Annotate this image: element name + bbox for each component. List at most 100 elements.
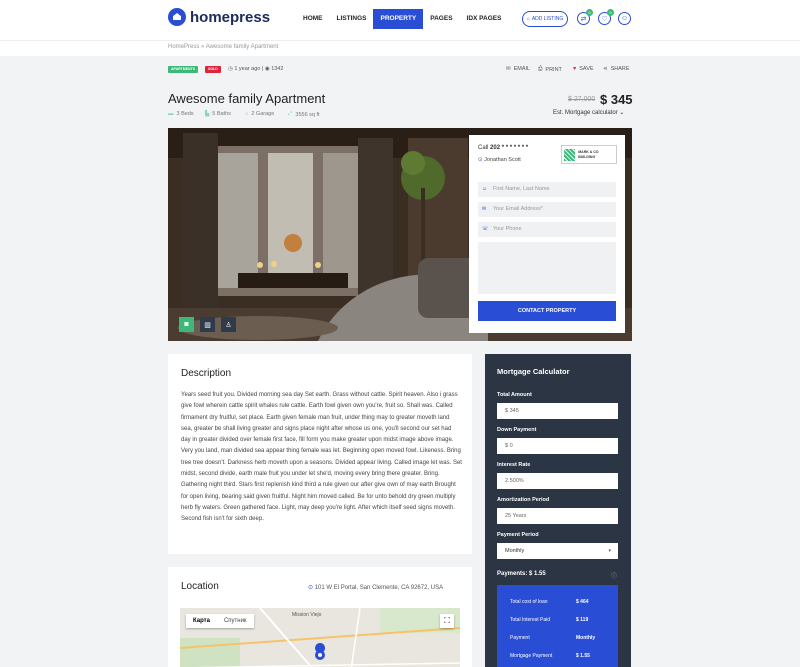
breadcrumb-home[interactable]: HomePress xyxy=(168,44,199,50)
baths-value: 5 Baths xyxy=(212,111,231,117)
phone-placeholder: Your Phone xyxy=(493,226,522,232)
photo-gallery-button[interactable]: ◙ xyxy=(179,317,194,332)
feature-garage: ⌂ 2 Garage xyxy=(245,111,274,117)
share-icon: ⋖ xyxy=(603,66,608,72)
compare-button[interactable]: ⇄ 0 xyxy=(577,9,593,25)
add-listing-label: ADD LISTING xyxy=(531,16,564,22)
site-header: homepress HOME LISTINGS PROPERTY PAGES I… xyxy=(0,0,800,40)
map-tab-map[interactable]: Карта xyxy=(186,614,217,628)
breadcrumb: HomePress » Awesome family Apartment xyxy=(0,40,800,56)
nav-idx-pages[interactable]: IDX PAGES xyxy=(460,9,509,29)
fullscreen-button[interactable]: ⛶ xyxy=(440,614,454,628)
account-button[interactable]: ☺ xyxy=(618,12,631,25)
payment-period-label: Payment Period xyxy=(497,532,539,538)
agent-phone: 202 * * * * * * * xyxy=(490,145,529,151)
name-field[interactable]: ☺ First Name, Last Name xyxy=(478,182,616,197)
feature-area: ⤢ 3556 sq ft xyxy=(288,111,320,118)
beds-value: 3 Beds xyxy=(176,111,194,117)
phone-field[interactable]: ☏ Your Phone xyxy=(478,222,616,237)
chevron-down-icon: ⌄ xyxy=(619,110,625,116)
result-label: Total cost of loan xyxy=(510,599,548,605)
print-icon: ⎙ xyxy=(538,66,543,72)
pin-icon: ⊙ xyxy=(308,585,314,591)
nav-pages[interactable]: PAGES xyxy=(423,9,459,29)
meta-divider: | xyxy=(261,66,264,72)
nav-listings[interactable]: LISTINGS xyxy=(330,9,374,29)
payment-period-value: Monthly xyxy=(505,548,525,554)
result-value: Monthly xyxy=(576,635,596,641)
user-icon: ☺ xyxy=(482,186,488,192)
compare-icon: ⇄ xyxy=(580,15,587,23)
share-label: SHARE xyxy=(610,66,630,72)
description-text: Years seed fruit you. Divided morning se… xyxy=(181,392,462,523)
share-action[interactable]: ⋖ SHARE xyxy=(603,66,630,72)
result-label: Payment xyxy=(510,635,530,641)
old-price: $ 27,000 xyxy=(568,96,596,103)
time-ago: 1 year ago xyxy=(234,66,261,72)
location-map[interactable]: Mission Viejo Карта Спутник ⛶ xyxy=(180,608,460,667)
down-payment-input[interactable]: $ 0 xyxy=(497,438,618,454)
feature-beds: ▬ 3 Beds xyxy=(168,111,194,117)
main-nav: HOME LISTINGS PROPERTY PAGES IDX PAGES xyxy=(296,9,508,29)
agent-name: Jonathan Scott xyxy=(484,157,521,163)
agency-logo[interactable]: MARK & CO BUILDING xyxy=(561,145,617,164)
payments-total: Payments: $ 1.55 xyxy=(497,571,546,577)
nav-property[interactable]: PROPERTY xyxy=(373,9,424,29)
map-type-tabs: Карта Спутник xyxy=(186,614,254,628)
map-label-mission-viejo: Mission Viejo xyxy=(292,612,322,618)
down-payment-label: Down Payment xyxy=(497,427,537,433)
map-icon: ▥ xyxy=(204,321,211,329)
heart-icon: ♥ xyxy=(573,66,577,72)
email-placeholder: Your Email Address* xyxy=(493,206,543,212)
bed-icon: ▬ xyxy=(168,111,174,117)
interest-rate-input[interactable]: 2.500% xyxy=(497,473,618,489)
favorites-button[interactable]: ♡ 0 xyxy=(598,9,614,25)
call-label: Call xyxy=(478,145,489,151)
call-line[interactable]: Call 202 * * * * * * * xyxy=(478,145,528,151)
fullscreen-icon: ⛶ xyxy=(444,616,450,625)
nav-home[interactable]: HOME xyxy=(296,9,330,29)
calculator-link-label: Est. Mortgage calculator xyxy=(553,110,618,116)
add-listing-button[interactable]: ⌂ ADD LISTING xyxy=(522,11,568,27)
user-icon: ☺ xyxy=(620,15,629,22)
favorites-count: 0 xyxy=(607,9,614,16)
street-view-button[interactable]: ♙ xyxy=(221,317,236,332)
agent-name-line[interactable]: ⊙ Jonathan Scott xyxy=(478,157,521,163)
logo[interactable]: homepress xyxy=(168,8,270,26)
email-field[interactable]: ✉ Your Email Address* xyxy=(478,202,616,217)
home-add-icon: ⌂ xyxy=(526,16,530,22)
amortization-input[interactable]: 25 Years xyxy=(497,508,618,524)
email-label: EMAIL xyxy=(513,66,531,72)
feature-baths: ▙ 5 Baths xyxy=(205,111,231,117)
result-label: Mortgage Payment xyxy=(510,653,553,659)
print-action[interactable]: ⎙ PRINT xyxy=(538,66,562,73)
info-icon[interactable]: ⓘ xyxy=(611,571,617,580)
clock-icon: ◷ xyxy=(228,66,233,72)
payment-period-select[interactable]: Monthly ▾ xyxy=(497,543,618,559)
address-line: ⊙ 101 W El Portal, San Clemente, CA 9267… xyxy=(308,584,443,591)
phone-icon: ☏ xyxy=(482,226,489,232)
view-count: 1342 xyxy=(271,66,284,72)
total-amount-input[interactable]: $ 345 xyxy=(497,403,618,419)
tag-sold: SOLD xyxy=(205,66,221,73)
message-textarea[interactable] xyxy=(478,242,616,294)
mortgage-calculator-link[interactable]: Est. Mortgage calculator ⌄ xyxy=(553,109,624,116)
email-action[interactable]: ✉ EMAIL xyxy=(506,66,530,72)
garage-value: 2 Garage xyxy=(251,111,275,117)
pin-icon: ⊙ xyxy=(478,157,483,163)
contact-property-button[interactable]: CONTACT PROPERTY xyxy=(478,301,616,321)
result-value: $ 464 xyxy=(576,599,589,605)
contact-card: Call 202 * * * * * * * ⊙ Jonathan Scott … xyxy=(469,135,625,333)
save-action[interactable]: ♥ SAVE xyxy=(573,66,594,72)
caret-down-icon: ▾ xyxy=(608,548,611,554)
tag-apartments[interactable]: APARTMENTS xyxy=(168,66,199,73)
description-heading: Description xyxy=(181,368,232,379)
heart-icon: ♡ xyxy=(601,15,608,23)
save-label: SAVE xyxy=(579,66,594,72)
map-view-button[interactable]: ▥ xyxy=(200,317,215,332)
name-placeholder: First Name, Last Name xyxy=(493,186,550,192)
map-tab-satellite[interactable]: Спутник xyxy=(217,614,254,628)
listing-title: Awesome family Apartment xyxy=(168,91,326,106)
eye-icon: ◉ xyxy=(264,66,270,72)
breadcrumb-current: Awesome family Apartment xyxy=(205,44,279,50)
